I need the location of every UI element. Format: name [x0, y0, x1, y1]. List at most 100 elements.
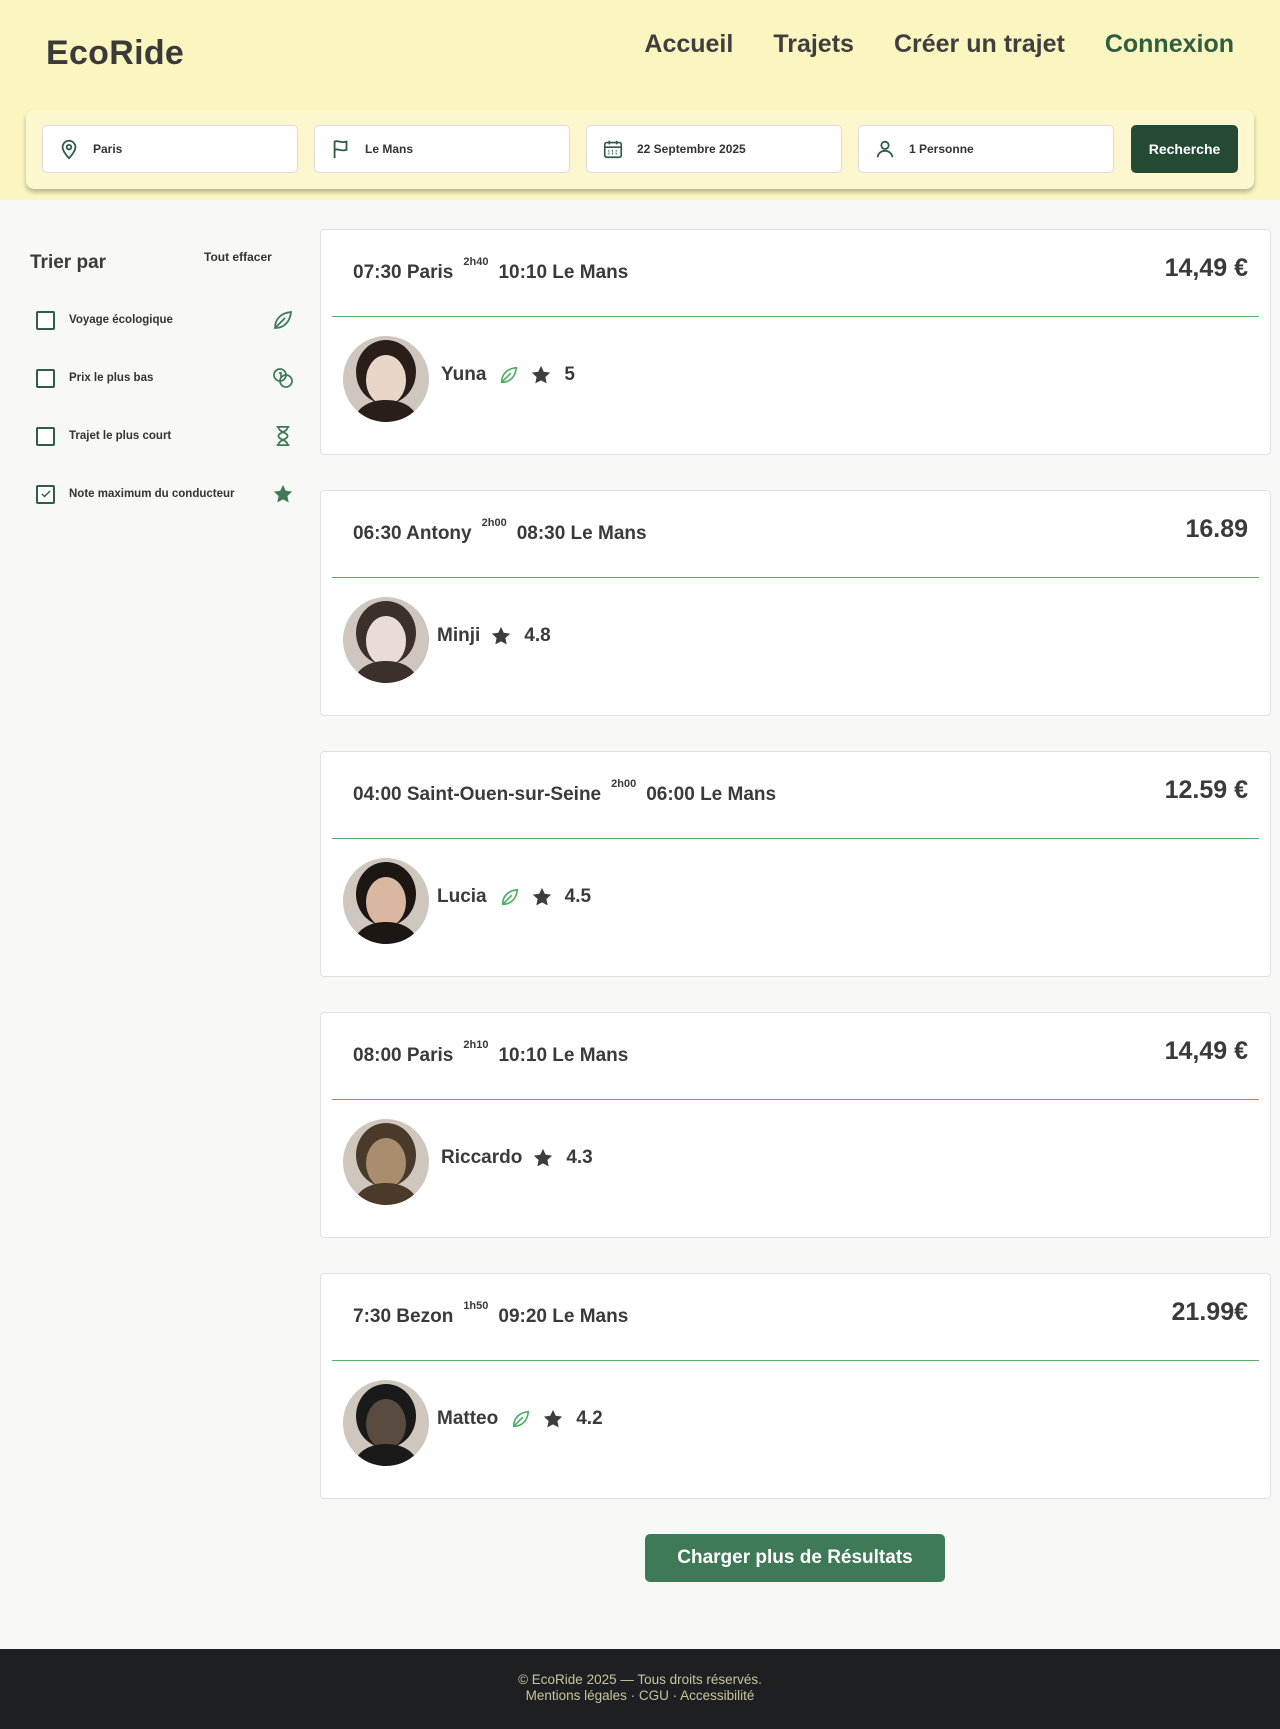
passengers-value: 1 Personne: [909, 142, 974, 156]
trip-card[interactable]: 07:30 Paris 2h40 10:10 Le Mans 14,49 € Y…: [320, 229, 1271, 455]
calendar-icon: [601, 137, 625, 161]
driver-avatar[interactable]: [343, 1380, 429, 1466]
passengers-field[interactable]: 1 Personne: [858, 125, 1114, 173]
rating-star-icon: [531, 886, 553, 908]
driver-rating: 4.8: [524, 625, 551, 646]
destination-field[interactable]: Le Mans: [314, 125, 570, 173]
trip-duration: 1h50: [463, 1300, 489, 1312]
nav-trajets[interactable]: Trajets: [773, 30, 854, 59]
driver-avatar[interactable]: [343, 597, 429, 683]
trip-card[interactable]: 06:30 Antony 2h00 08:30 Le Mans 16.89 Mi…: [320, 490, 1271, 716]
driver-avatar[interactable]: [343, 858, 429, 944]
filter-label: Prix le plus bas: [69, 372, 154, 384]
user-icon: [873, 137, 897, 161]
driver-rating: 4.5: [564, 886, 592, 907]
check-icon: [40, 490, 51, 498]
trip-price: 14,49 €: [1164, 254, 1248, 282]
clear-all-link[interactable]: Tout effacer: [204, 250, 272, 264]
card-divider: [332, 838, 1259, 839]
departure-time-city: 7:30 Bezon: [353, 1306, 454, 1327]
card-divider: [332, 1099, 1259, 1100]
trip-route: 06:30 Antony 2h00 08:30 Le Mans: [353, 517, 647, 545]
card-divider: [332, 316, 1259, 317]
logo[interactable]: EcoRide: [46, 34, 184, 73]
trip-route: 04:00 Saint-Ouen-sur-Seine 2h00 06:00 Le…: [353, 778, 777, 806]
filter-label: Trajet le plus court: [69, 430, 172, 442]
checkbox[interactable]: [36, 310, 55, 330]
search-bar: Paris Le Mans 22 Septembre 2025 1 Person…: [26, 110, 1254, 189]
flag-icon: [329, 137, 353, 161]
date-field[interactable]: 22 Septembre 2025: [586, 125, 842, 173]
sort-title: Trier par: [30, 252, 107, 273]
rating-star-icon: [490, 625, 512, 647]
arrival-time-city: 09:20 Le Mans: [498, 1306, 629, 1327]
rating-star-icon: [542, 1408, 564, 1430]
trip-duration: 2h00: [481, 517, 507, 529]
checkbox-checked[interactable]: [36, 484, 55, 504]
main-nav: Accueil Trajets Créer un trajet Connexio…: [644, 30, 1234, 59]
driver-name: Matteo: [437, 1408, 499, 1429]
trip-duration: 2h00: [611, 778, 637, 790]
copyright-text: © EcoRide 2025 — Tous droits réservés.: [518, 1672, 762, 1687]
driver-name: Riccardo: [441, 1147, 523, 1168]
filter-shortest-trip[interactable]: Trajet le plus court: [36, 421, 296, 451]
driver-rating: 5: [564, 364, 575, 385]
arrival-time-city: 10:10 Le Mans: [498, 1045, 629, 1066]
eco-leaf-icon: [510, 1408, 532, 1430]
nav-connexion[interactable]: Connexion: [1105, 30, 1234, 59]
filter-label: Voyage écologique: [69, 314, 173, 326]
eco-leaf-icon: [498, 364, 520, 386]
checkbox[interactable]: [36, 368, 55, 388]
date-value: 22 Septembre 2025: [637, 142, 746, 156]
driver-info: Yuna 5: [441, 364, 575, 386]
arrival-time-city: 10:10 Le Mans: [498, 262, 629, 283]
driver-info: Riccardo 4.3: [441, 1147, 593, 1169]
trip-price: 12.59 €: [1164, 776, 1248, 804]
departure-time-city: 08:00 Paris: [353, 1045, 454, 1066]
trip-card[interactable]: 08:00 Paris 2h10 10:10 Le Mans 14,49 € R…: [320, 1012, 1271, 1238]
driver-name: Lucia: [437, 886, 487, 907]
driver-avatar[interactable]: [343, 1119, 429, 1205]
trip-price: 21.99€: [1171, 1298, 1248, 1326]
driver-info: Minji 4.8: [437, 625, 551, 647]
card-divider: [332, 577, 1259, 578]
trip-route: 08:00 Paris 2h10 10:10 Le Mans: [353, 1039, 629, 1067]
trip-route: 7:30 Bezon 1h50 09:20 Le Mans: [353, 1300, 629, 1328]
filter-label: Note maximum du conducteur: [69, 488, 235, 500]
departure-value: Paris: [93, 142, 123, 156]
trip-duration: 2h40: [463, 256, 489, 268]
departure-time-city: 07:30 Paris: [353, 262, 454, 283]
rating-star-icon: [532, 1147, 554, 1169]
coins-icon: [270, 365, 296, 391]
trip-card[interactable]: 7:30 Bezon 1h50 09:20 Le Mans 21.99€ Mat…: [320, 1273, 1271, 1499]
filter-max-rating[interactable]: Note maximum du conducteur: [36, 479, 296, 509]
departure-time-city: 06:30 Antony: [353, 523, 472, 544]
load-more-button[interactable]: Charger plus de Résultats: [645, 1534, 945, 1582]
driver-rating: 4.2: [576, 1408, 603, 1429]
departure-time-city: 04:00 Saint-Ouen-sur-Seine: [353, 784, 602, 805]
eco-leaf-icon: [499, 886, 521, 908]
arrival-time-city: 06:00 Le Mans: [646, 784, 777, 805]
nav-accueil[interactable]: Accueil: [644, 30, 733, 59]
rating-star-icon: [530, 364, 552, 386]
arrival-time-city: 08:30 Le Mans: [516, 523, 647, 544]
trip-card[interactable]: 04:00 Saint-Ouen-sur-Seine 2h00 06:00 Le…: [320, 751, 1271, 977]
filter-lowest-price[interactable]: Prix le plus bas: [36, 363, 296, 393]
departure-field[interactable]: Paris: [42, 125, 298, 173]
filter-eco[interactable]: Voyage écologique: [36, 305, 296, 335]
nav-creer-trajet[interactable]: Créer un trajet: [894, 30, 1065, 59]
driver-info: Lucia 4.5: [437, 886, 591, 908]
leaf-icon: [270, 307, 296, 333]
star-icon: [270, 481, 296, 507]
map-pin-icon: [57, 137, 81, 161]
driver-avatar[interactable]: [343, 336, 429, 422]
checkbox[interactable]: [36, 426, 55, 446]
trip-price: 14,49 €: [1164, 1037, 1248, 1065]
driver-rating: 4.3: [566, 1147, 593, 1168]
search-button[interactable]: Recherche: [1131, 125, 1238, 173]
trip-duration: 2h10: [463, 1039, 489, 1051]
card-divider: [332, 1360, 1259, 1361]
site-header: EcoRide Accueil Trajets Créer un trajet …: [0, 0, 1280, 200]
site-footer: © EcoRide 2025 — Tous droits réservés. M…: [0, 1649, 1280, 1729]
footer-links[interactable]: Mentions légales · CGU · Accessibilité: [0, 1688, 1280, 1704]
